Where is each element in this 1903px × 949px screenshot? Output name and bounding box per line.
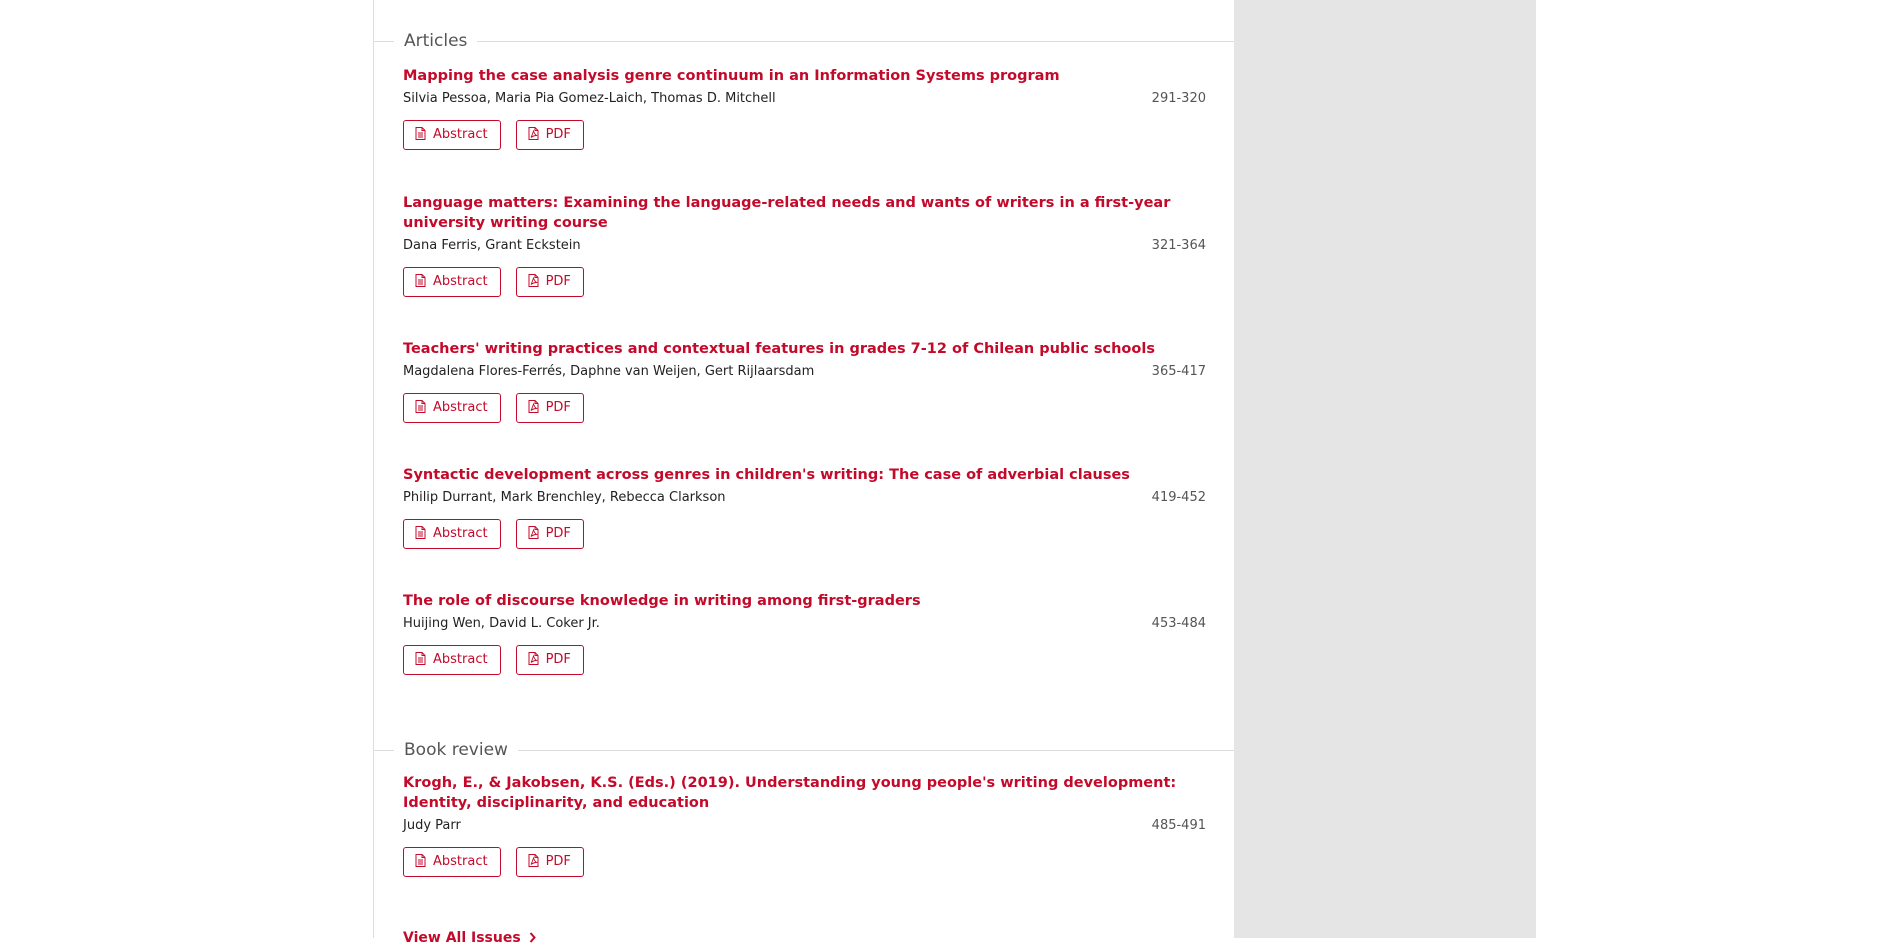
- article-authors: Dana Ferris, Grant Eckstein: [403, 238, 581, 253]
- abstract-button[interactable]: Abstract: [403, 519, 501, 549]
- article-pages: 453-484: [1151, 616, 1206, 631]
- abstract-label: Abstract: [433, 652, 488, 667]
- page-wrapper: Articles Mapping the case analysis genre…: [373, 0, 1536, 946]
- galley-buttons: Abstract PDF: [403, 120, 1206, 150]
- file-pdf-icon: [528, 127, 539, 140]
- section-label: Articles: [394, 30, 478, 52]
- article-pages: 321-364: [1151, 238, 1206, 253]
- article-meta: Philip Durrant, Mark Brenchley, Rebecca …: [403, 487, 1206, 509]
- file-text-icon: [415, 854, 426, 867]
- section-heading-articles: Articles: [374, 30, 1234, 52]
- pdf-button[interactable]: PDF: [515, 519, 584, 549]
- galley-buttons: Abstract PDF: [403, 393, 1206, 423]
- pdf-label: PDF: [545, 274, 571, 289]
- section-label: Book review: [394, 739, 518, 761]
- abstract-button[interactable]: Abstract: [403, 267, 501, 297]
- abstract-label: Abstract: [433, 854, 488, 869]
- file-pdf-icon: [528, 652, 539, 665]
- view-all-issues-link[interactable]: View All Issues: [403, 928, 536, 949]
- article-meta: Silvia Pessoa, Maria Pia Gomez-Laich, Th…: [403, 88, 1206, 110]
- article-entry: The role of discourse knowledge in writi…: [403, 593, 1206, 675]
- article-authors: Judy Parr: [403, 818, 461, 833]
- abstract-button[interactable]: Abstract: [403, 645, 501, 675]
- article-authors: Philip Durrant, Mark Brenchley, Rebecca …: [403, 490, 726, 505]
- file-text-icon: [415, 274, 426, 287]
- galley-buttons: Abstract PDF: [403, 267, 1206, 297]
- file-pdf-icon: [528, 526, 539, 539]
- section-divider: [374, 41, 1234, 42]
- pdf-label: PDF: [545, 526, 571, 541]
- article-title-link[interactable]: Language matters: Examining the language…: [403, 193, 1193, 233]
- pdf-label: PDF: [545, 652, 571, 667]
- chevron-right-icon: [529, 929, 536, 949]
- abstract-button[interactable]: Abstract: [403, 393, 501, 423]
- article-title-link[interactable]: The role of discourse knowledge in writi…: [403, 591, 1193, 611]
- pdf-button[interactable]: PDF: [515, 847, 584, 877]
- article-pages: 419-452: [1151, 490, 1206, 505]
- pdf-button[interactable]: PDF: [515, 393, 584, 423]
- article-authors: Magdalena Flores-Ferrés, Daphne van Weij…: [403, 364, 815, 379]
- article-title-link[interactable]: Teachers' writing practices and contextu…: [403, 339, 1193, 359]
- article-title-link[interactable]: Mapping the case analysis genre continuu…: [403, 66, 1193, 86]
- abstract-label: Abstract: [433, 400, 488, 415]
- abstract-label: Abstract: [433, 274, 488, 289]
- article-authors: Huijing Wen, David L. Coker Jr.: [403, 616, 600, 631]
- article-pages: 291-320: [1151, 91, 1206, 106]
- article-entry: Syntactic development across genres in c…: [403, 467, 1206, 549]
- file-text-icon: [415, 526, 426, 539]
- article-title-link[interactable]: Syntactic development across genres in c…: [403, 465, 1193, 485]
- article-meta: Huijing Wen, David L. Coker Jr. 453-484: [403, 613, 1206, 635]
- pdf-button[interactable]: PDF: [515, 267, 584, 297]
- galley-buttons: Abstract PDF: [403, 645, 1206, 675]
- article-entry: Krogh, E., & Jakobsen, K.S. (Eds.) (2019…: [403, 775, 1206, 877]
- article-entry: Language matters: Examining the language…: [403, 195, 1206, 297]
- section-heading-book-review: Book review: [374, 739, 1234, 761]
- pdf-label: PDF: [545, 127, 571, 142]
- file-text-icon: [415, 400, 426, 413]
- file-pdf-icon: [528, 274, 539, 287]
- article-entry: Mapping the case analysis genre continuu…: [403, 68, 1206, 150]
- pdf-button[interactable]: PDF: [515, 645, 584, 675]
- view-all-issues-label: View All Issues: [403, 930, 521, 946]
- article-title-link[interactable]: Krogh, E., & Jakobsen, K.S. (Eds.) (2019…: [403, 773, 1193, 813]
- abstract-label: Abstract: [433, 127, 488, 142]
- article-meta: Magdalena Flores-Ferrés, Daphne van Weij…: [403, 361, 1206, 383]
- file-text-icon: [415, 652, 426, 665]
- galley-buttons: Abstract PDF: [403, 847, 1206, 877]
- abstract-button[interactable]: Abstract: [403, 847, 501, 877]
- abstract-button[interactable]: Abstract: [403, 120, 501, 150]
- article-pages: 365-417: [1151, 364, 1206, 379]
- article-meta: Judy Parr 485-491: [403, 815, 1206, 837]
- file-text-icon: [415, 127, 426, 140]
- article-entry: Teachers' writing practices and contextu…: [403, 341, 1206, 423]
- article-pages: 485-491: [1151, 818, 1206, 833]
- sidebar-panel: [1234, 0, 1536, 938]
- abstract-label: Abstract: [433, 526, 488, 541]
- pdf-button[interactable]: PDF: [515, 120, 584, 150]
- galley-buttons: Abstract PDF: [403, 519, 1206, 549]
- issue-toc: Articles Mapping the case analysis genre…: [373, 0, 1234, 946]
- pdf-label: PDF: [545, 400, 571, 415]
- article-authors: Silvia Pessoa, Maria Pia Gomez-Laich, Th…: [403, 91, 776, 106]
- file-pdf-icon: [528, 400, 539, 413]
- article-meta: Dana Ferris, Grant Eckstein 321-364: [403, 235, 1206, 257]
- pdf-label: PDF: [545, 854, 571, 869]
- file-pdf-icon: [528, 854, 539, 867]
